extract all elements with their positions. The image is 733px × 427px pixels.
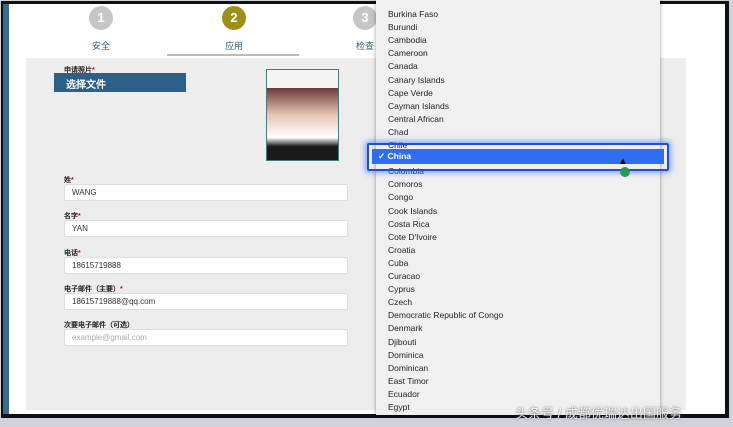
dropdown-option[interactable]: Ecuador	[388, 388, 420, 401]
dropdown-option[interactable]: Egypt	[388, 401, 410, 414]
dropdown-option[interactable]: Canary Islands	[388, 74, 445, 87]
dropdown-option[interactable]: Cote D'Ivoire	[388, 231, 437, 244]
dropdown-option[interactable]: Djibouti	[388, 336, 416, 349]
dropdown-option[interactable]: East Timor	[388, 375, 429, 388]
dropdown-option[interactable]: Dominica	[388, 349, 423, 362]
dropdown-option[interactable]: Croatia	[388, 244, 415, 257]
step-1-label[interactable]: 安全	[92, 39, 110, 52]
country-dropdown-list[interactable]: Burkina Faso Burundi Cambodia Cameroon Canad…	[376, 0, 660, 415]
dropdown-option[interactable]: Curacao	[388, 270, 420, 283]
dropdown-option[interactable]: Canada	[388, 60, 418, 73]
secondary-email-input[interactable]: example@gmail.com	[64, 329, 348, 346]
active-step-underline	[167, 54, 299, 56]
dropdown-option[interactable]: Cook Islands	[388, 205, 437, 218]
applicant-photo	[266, 69, 339, 161]
step-2-circle[interactable]: 2	[222, 6, 246, 30]
email-input[interactable]: 18615719888@qq.com	[64, 293, 348, 310]
dropdown-option[interactable]: Central African	[388, 113, 444, 126]
dropdown-option[interactable]: Cambodia	[388, 34, 427, 47]
step-1-circle[interactable]: 1	[89, 6, 113, 30]
step-3-label[interactable]: 检查	[356, 39, 374, 52]
dropdown-option[interactable]: Congo	[388, 191, 413, 204]
dropdown-option[interactable]: Burundi	[388, 21, 417, 34]
dropdown-option[interactable]: Cyprus	[388, 283, 415, 296]
dropdown-option[interactable]: Czech	[388, 296, 412, 309]
dropdown-option[interactable]: Cayman Islands	[388, 100, 449, 113]
dropdown-option[interactable]: Burkina Faso	[388, 8, 438, 21]
dropdown-option[interactable]: Chad	[388, 126, 408, 139]
dropdown-option[interactable]: Cameroon	[388, 47, 428, 60]
dropdown-option[interactable]: Comoros	[388, 178, 422, 191]
surname-input[interactable]: WANG	[64, 184, 348, 201]
check-icon: ✓	[378, 151, 386, 161]
step-3-circle[interactable]: 3	[353, 6, 377, 30]
dropdown-option[interactable]: Denmark	[388, 322, 422, 335]
dropdown-option[interactable]: Dominican	[388, 362, 428, 375]
dropdown-option[interactable]: Democratic Republic of Congo	[388, 309, 503, 322]
dropdown-option[interactable]: Cape Verde	[388, 87, 433, 100]
choose-file-button[interactable]: 选择文件	[54, 73, 186, 92]
dropdown-option[interactable]: Costa Rica	[388, 218, 430, 231]
left-stripe	[3, 4, 9, 414]
given-name-input[interactable]: YAN	[64, 220, 348, 237]
step-2-label[interactable]: 应用	[225, 39, 243, 52]
dropdown-option[interactable]: Cuba	[388, 257, 408, 270]
copy-plus-icon	[620, 167, 630, 177]
phone-input[interactable]: 18615719888	[64, 257, 348, 274]
watermark: 头条号 / 成都优瑞达出国服务	[515, 406, 682, 421]
mouse-cursor-icon: ▲	[618, 156, 628, 167]
